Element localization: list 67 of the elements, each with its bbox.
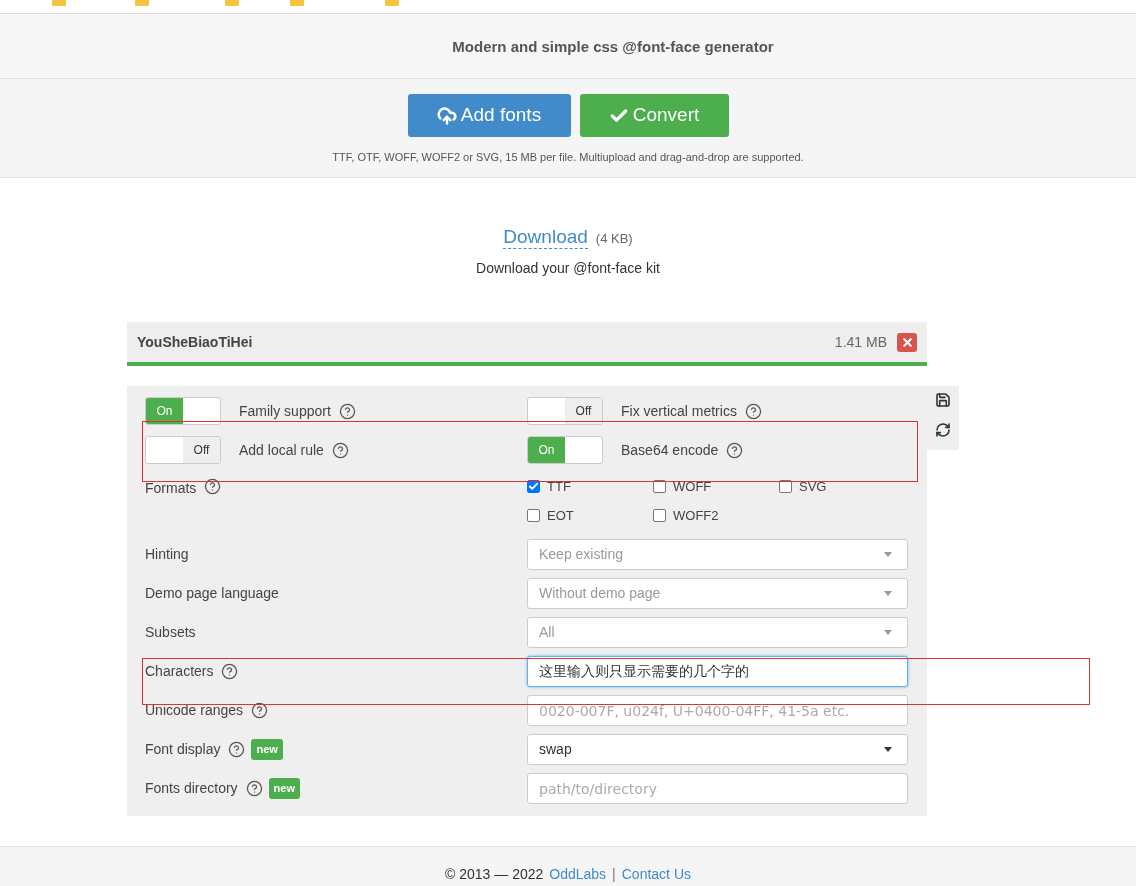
remove-button[interactable]	[897, 332, 917, 352]
setting-label: Font display	[145, 740, 221, 759]
toggle-switch[interactable]: Off	[527, 397, 603, 425]
setting-label: Base64 encode	[621, 440, 719, 460]
font-size: 1.41 MB	[834, 332, 887, 352]
setting-label: Formats	[145, 479, 197, 498]
footer-separator: |	[612, 865, 616, 884]
font-name: YouSheBiaoTiHei	[137, 332, 253, 352]
toggle-state: On	[528, 437, 565, 463]
format-label: WOFF2	[673, 506, 719, 525]
format-label: SVG	[799, 477, 827, 496]
help-icon[interactable]	[251, 702, 269, 719]
caret-icon	[884, 630, 892, 635]
toggle-switch[interactable]: Off	[145, 436, 221, 464]
new-badge: new	[251, 739, 283, 760]
help-icon[interactable]	[228, 741, 246, 758]
site-subtitle: Modern and simple css @font-face generator	[452, 36, 774, 57]
new-badge: new	[268, 778, 300, 799]
setting-label: Add local rule	[239, 440, 324, 460]
setting-label: Family support	[239, 401, 331, 421]
checkbox[interactable]	[527, 509, 540, 522]
help-icon[interactable]	[726, 441, 744, 459]
toggle-switch[interactable]: On	[145, 397, 221, 425]
caret-icon	[884, 591, 892, 596]
setting-label: Fonts directory	[145, 779, 238, 798]
select-field[interactable]: swap	[527, 734, 908, 765]
setting-label: Fix vertical metrics	[621, 401, 737, 421]
toggle-state: Off	[183, 437, 220, 463]
help-icon[interactable]	[744, 402, 762, 420]
format-label: WOFF	[673, 477, 712, 496]
close-icon	[900, 335, 914, 349]
download-caption: Download your @font-face kit	[476, 259, 660, 278]
toggle-state: Off	[565, 398, 602, 424]
input-field[interactable]: path/to/directory	[527, 773, 908, 804]
upload-icon	[436, 105, 457, 126]
toggle-switch[interactable]: On	[527, 436, 603, 464]
toggle-state: On	[146, 398, 183, 424]
download-link[interactable]: Download	[503, 226, 588, 249]
footer-link[interactable]: Contact Us	[621, 864, 691, 885]
setting-label: Demo page language	[145, 584, 279, 603]
help-icon[interactable]	[331, 441, 349, 459]
copyright: © 2013 — 2022	[445, 865, 544, 884]
format-label: EOT	[547, 506, 574, 525]
refresh-icon[interactable]	[935, 422, 951, 438]
help-icon[interactable]	[221, 663, 239, 680]
checkbox[interactable]	[527, 480, 540, 493]
checkbox[interactable]	[653, 509, 666, 522]
footer-link[interactable]: OddLabs	[549, 864, 607, 885]
save-icon[interactable]	[935, 392, 951, 408]
setting-label: Unicode ranges	[145, 701, 244, 720]
download-size: (4 KB)	[595, 230, 633, 248]
caret-icon	[884, 552, 892, 557]
checkbox[interactable]	[653, 480, 666, 493]
input-field[interactable]: 这里输入则只显示需要的几个字的	[527, 656, 908, 687]
help-icon[interactable]	[338, 402, 356, 420]
setting-label: Hinting	[145, 545, 189, 564]
help-icon[interactable]	[245, 780, 263, 797]
setting-label: Subsets	[145, 623, 196, 642]
input-field[interactable]: 0020-007F, u024f, U+0400-04FF, 41-5a etc.	[527, 695, 908, 726]
add-fonts-button[interactable]: Add fonts	[407, 94, 571, 137]
setting-label: Characters	[145, 662, 214, 681]
format-label: TTF	[547, 477, 571, 496]
checkbox[interactable]	[779, 480, 792, 493]
caret-icon	[884, 747, 892, 752]
upload-note: TTF, OTF, WOFF, WOFF2 or SVG, 15 MB per file. Multiupload and drag-and-drop are supported.	[332, 150, 804, 165]
convert-button[interactable]: Convert	[579, 94, 729, 137]
help-icon[interactable]	[204, 478, 222, 495]
